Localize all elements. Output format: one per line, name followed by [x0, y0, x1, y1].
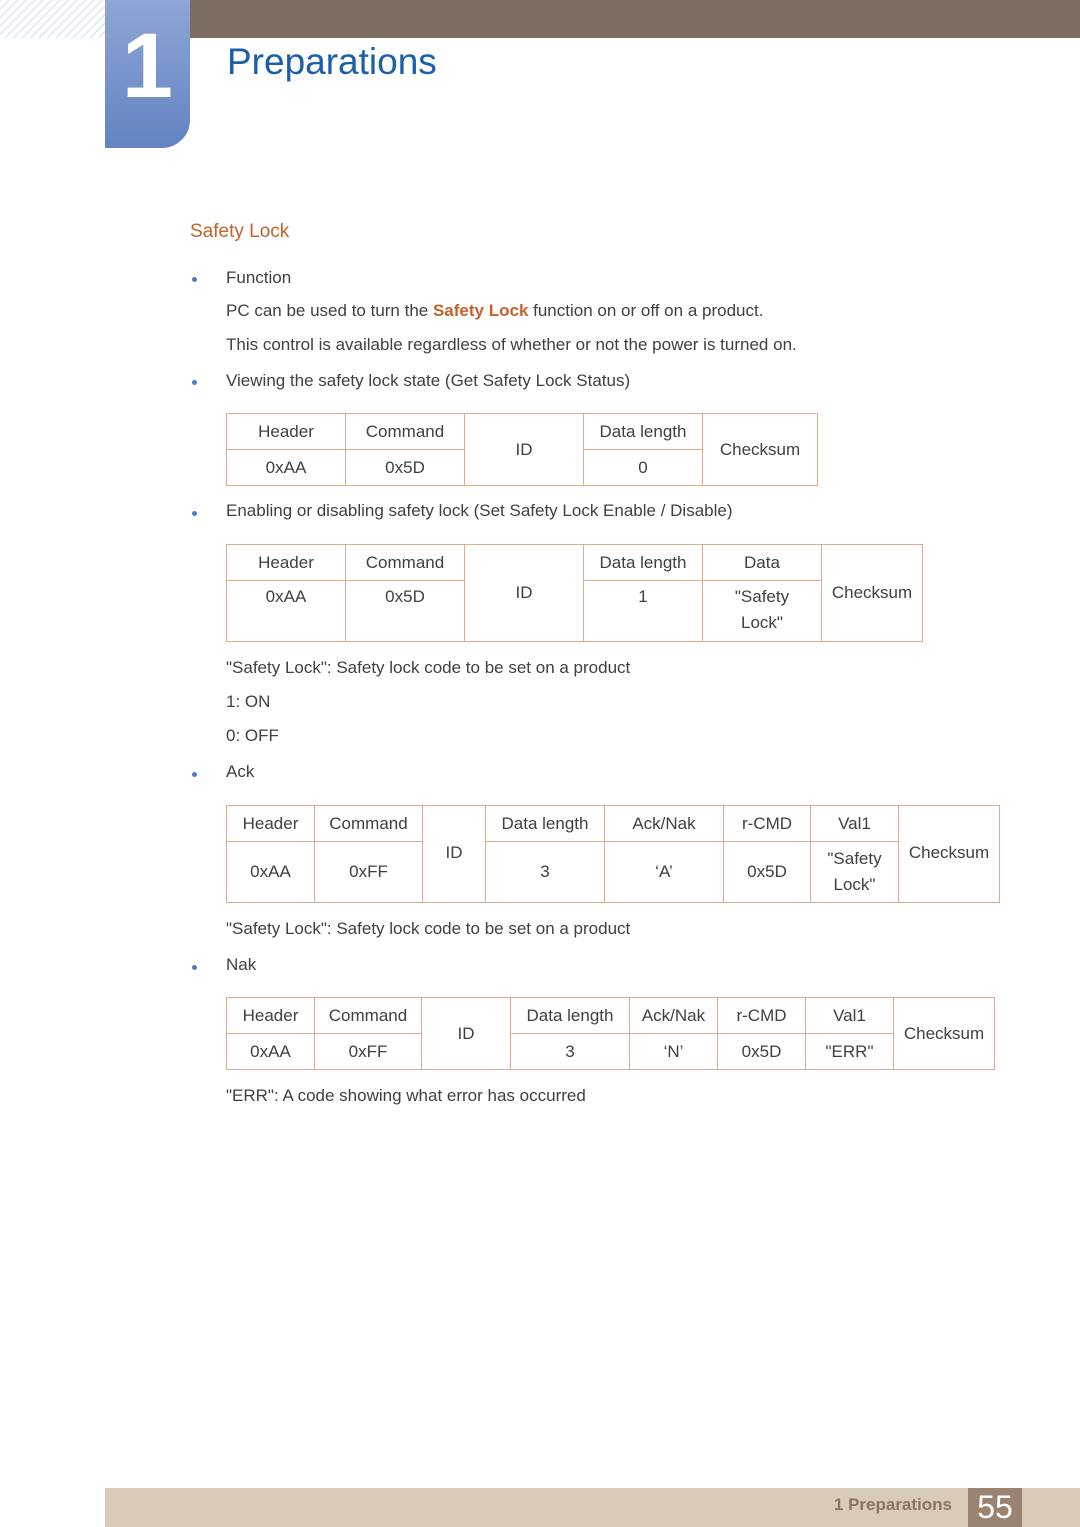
- table-value-cell: 0x5D: [723, 841, 811, 903]
- set-safety-lock-table: Header Command ID Data length Data Check…: [226, 544, 923, 642]
- nak-note: "ERR": A code showing what error has occ…: [226, 1086, 586, 1105]
- table-value-cell: 0xFF: [314, 841, 423, 903]
- table-header-cell: ID: [464, 544, 584, 642]
- header-hatch-decoration: [0, 0, 105, 38]
- table-value-cell: "Safety Lock": [702, 580, 822, 642]
- get-status-label: Viewing the safety lock state (Get Safet…: [226, 371, 631, 390]
- table-header-cell: Checksum: [821, 544, 923, 642]
- table-header-cell: Header: [226, 805, 315, 842]
- table-value-cell: 0: [583, 449, 703, 486]
- table-value-cell: 3: [485, 841, 605, 903]
- off-value: 0: OFF: [226, 726, 279, 745]
- table-header-cell: Header: [226, 413, 346, 450]
- table-value-cell: 0xAA: [226, 449, 346, 486]
- safety-lock-highlight: Safety Lock: [432, 301, 529, 320]
- set-note: "Safety Lock": Safety lock code to be se…: [226, 658, 631, 677]
- chapter-title: Preparations: [227, 41, 437, 82]
- footer-chapter-label: 1 Preparations: [833, 1495, 952, 1514]
- table-header-cell: r-CMD: [723, 805, 811, 842]
- table-header-cell: Header: [226, 544, 346, 581]
- bullet-icon: [192, 772, 197, 777]
- table-value-cell: 0xAA: [226, 580, 346, 642]
- function-desc-text-end: function on or off on a product.: [528, 301, 764, 320]
- table-header-cell: Command: [345, 544, 465, 581]
- chapter-badge: 1: [105, 0, 190, 148]
- table-header-cell: Ack/Nak: [629, 997, 718, 1034]
- header-bar: [190, 0, 1080, 38]
- function-description: PC can be used to turn the Safety Lock f…: [226, 300, 763, 322]
- nak-label: Nak: [226, 955, 257, 974]
- table-value-cell: ‘A’: [604, 841, 724, 903]
- table-header-cell: Data length: [485, 805, 605, 842]
- page-number: 55: [968, 1488, 1022, 1527]
- table-header-cell: Header: [226, 997, 315, 1034]
- table-value-cell: 0xFF: [314, 1033, 422, 1070]
- section-title: Safety Lock: [190, 221, 290, 242]
- bullet-icon: [192, 380, 197, 385]
- table-value-cell: ‘N’: [629, 1033, 718, 1070]
- bullet-icon: [192, 965, 197, 970]
- table-header-cell: ID: [422, 805, 486, 903]
- table-header-cell: Command: [314, 805, 423, 842]
- table-value-cell: "ERR": [805, 1033, 894, 1070]
- table-header-cell: Val1: [810, 805, 899, 842]
- table-header-cell: ID: [421, 997, 511, 1070]
- table-header-cell: Data length: [510, 997, 630, 1034]
- ack-note: "Safety Lock": Safety lock code to be se…: [226, 919, 631, 938]
- table-header-cell: Command: [345, 413, 465, 450]
- get-safety-lock-table: Header Command ID Data length Checksum 0…: [226, 413, 818, 486]
- table-header-cell: Command: [314, 997, 422, 1034]
- bullet-icon: [192, 277, 197, 282]
- table-value-cell: 0x5D: [345, 580, 465, 642]
- table-header-cell: Checksum: [702, 413, 818, 486]
- table-value-cell: 0x5D: [345, 449, 465, 486]
- table-value-cell: 1: [583, 580, 703, 642]
- table-header-cell: Data length: [583, 413, 703, 450]
- chapter-number: 1: [121, 15, 174, 117]
- footer-bar: 1 Preparations: [105, 1488, 1080, 1527]
- function-desc-text: PC can be used to turn the: [226, 301, 433, 320]
- on-value: 1: ON: [226, 692, 271, 711]
- ack-label: Ack: [226, 762, 255, 781]
- table-value-cell: "Safety Lock": [810, 841, 899, 903]
- table-value-cell: 0xAA: [226, 841, 315, 903]
- nak-table: Header Command ID Data length Ack/Nak r-…: [226, 997, 995, 1070]
- table-header-cell: Ack/Nak: [604, 805, 724, 842]
- table-value-cell: 0xAA: [226, 1033, 315, 1070]
- table-value-cell: 0x5D: [717, 1033, 806, 1070]
- ack-table: Header Command ID Data length Ack/Nak r-…: [226, 805, 1000, 903]
- table-header-cell: Checksum: [893, 997, 995, 1070]
- set-label: Enabling or disabling safety lock (Set S…: [226, 501, 733, 520]
- table-header-cell: Checksum: [898, 805, 1000, 903]
- table-header-cell: r-CMD: [717, 997, 806, 1034]
- function-label: Function: [226, 268, 292, 287]
- table-header-cell: Data length: [583, 544, 703, 581]
- table-header-cell: Val1: [805, 997, 894, 1034]
- table-header-cell: ID: [464, 413, 584, 486]
- function-note: This control is available regardless of …: [226, 335, 797, 354]
- table-value-cell: 3: [510, 1033, 630, 1070]
- table-header-cell: Data: [702, 544, 822, 581]
- bullet-icon: [192, 511, 197, 516]
